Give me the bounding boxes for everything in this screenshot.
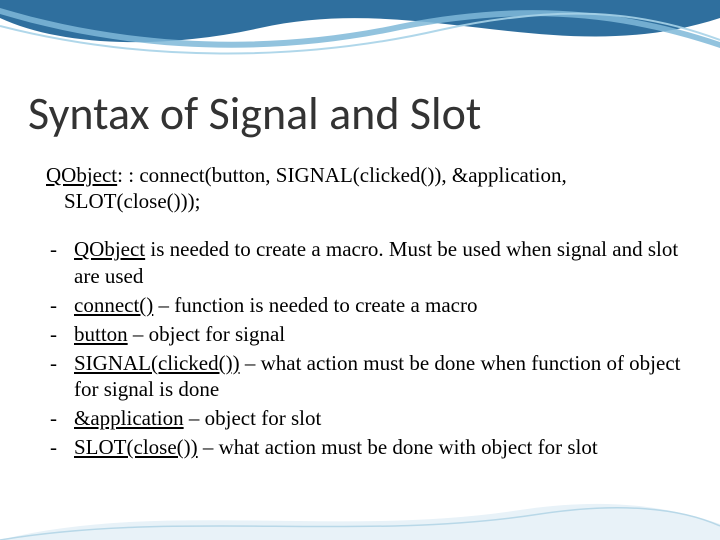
code-underline-qobject: QObject bbox=[46, 163, 117, 187]
bullet-text: SLOT(close()) – what action must be done… bbox=[74, 434, 684, 461]
code-line1-rest: : : connect(button, SIGNAL(clicked()), &… bbox=[117, 163, 567, 187]
list-item: - SIGNAL(clicked()) – what action must b… bbox=[46, 350, 684, 404]
bullet-dash: - bbox=[46, 405, 74, 432]
bullet-text: SIGNAL(clicked()) – what action must be … bbox=[74, 350, 684, 404]
bottom-wave-decoration bbox=[0, 490, 720, 540]
slide: Syntax of Signal and Slot QObject: : con… bbox=[0, 0, 720, 540]
list-item: - button – object for signal bbox=[46, 321, 684, 348]
code-block: QObject: : connect(button, SIGNAL(clicke… bbox=[46, 162, 680, 215]
bullet-text: &application – object for slot bbox=[74, 405, 684, 432]
list-item: - SLOT(close()) – what action must be do… bbox=[46, 434, 684, 461]
top-wave-decoration bbox=[0, 0, 720, 80]
bullet-dash: - bbox=[46, 236, 74, 290]
bullet-text: QObject is needed to create a macro. Mus… bbox=[74, 236, 684, 290]
list-item: - connect() – function is needed to crea… bbox=[46, 292, 684, 319]
list-item: - QObject is needed to create a macro. M… bbox=[46, 236, 684, 290]
bullet-list: - QObject is needed to create a macro. M… bbox=[46, 236, 684, 463]
bullet-dash: - bbox=[46, 350, 74, 404]
bullet-text: connect() – function is needed to create… bbox=[74, 292, 684, 319]
list-item: - &application – object for slot bbox=[46, 405, 684, 432]
bullet-dash: - bbox=[46, 292, 74, 319]
bullet-dash: - bbox=[46, 434, 74, 461]
slide-title: Syntax of Signal and Slot bbox=[28, 86, 481, 142]
bullet-text: button – object for signal bbox=[74, 321, 684, 348]
code-line2: SLOT(close())); bbox=[46, 188, 680, 214]
bullet-dash: - bbox=[46, 321, 74, 348]
